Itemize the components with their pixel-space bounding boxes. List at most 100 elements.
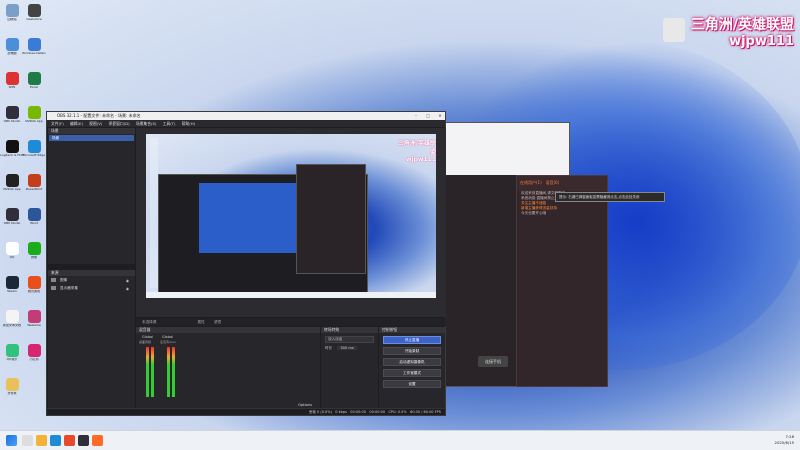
menu-help[interactable]: 帮助(H) <box>182 121 195 126</box>
desktop-icon-label: Excel <box>30 86 38 89</box>
source-item[interactable]: 图像 ◉ <box>48 276 135 284</box>
obs-titlebar: OBS 32.1.1 - 配置文件: 未命名 - 场景: 未命名 – □ ✕ <box>47 112 445 120</box>
desktop-icon[interactable]: 小红书 <box>22 344 46 361</box>
desktop-icon[interactable]: 回收站 <box>0 4 24 21</box>
clock[interactable]: 7:28 2025/6/15 <box>775 434 794 446</box>
desktop-icon[interactable]: OBS Studio <box>0 208 24 225</box>
desktop-icon-label: OBS Studio <box>3 222 21 225</box>
desktop-icon-tile <box>5 174 19 187</box>
preview-desktop-icons <box>150 138 158 288</box>
obs-window[interactable]: OBS 32.1.1 - 配置文件: 未命名 - 场景: 未命名 – □ ✕ 文… <box>46 111 446 416</box>
desktop-icon-tile <box>5 38 19 51</box>
desktop-icon[interactable]: Windows Defender <box>22 38 46 55</box>
volume-meter <box>146 347 149 397</box>
app-tooltip: 提示: 右键已弹窗面板如需隐藏请点击,点击此处关闭 <box>555 192 665 202</box>
desktop-icon[interactable]: Microsoft Edge <box>22 140 46 157</box>
desktop-icon[interactable]: Logitech G HUB <box>0 140 24 157</box>
desktop-icon[interactable]: NVIDIA App <box>22 106 46 123</box>
settings-button[interactable]: 设置 <box>383 380 441 388</box>
desktop-icon-label: OBS Studio <box>3 120 21 123</box>
preview-nested-app <box>296 164 366 274</box>
menu-view[interactable]: 视图(V) <box>89 121 102 126</box>
scene-item[interactable]: 场景 <box>49 135 134 141</box>
start-recording-button[interactable]: 开始录制 <box>383 347 441 355</box>
desktop-icon-label: WeGame <box>27 324 41 327</box>
duration-input[interactable]: 300 ms <box>337 346 357 350</box>
connect-phone-button[interactable]: 连接手机 <box>478 356 508 367</box>
desktop-icon[interactable]: Steam <box>0 276 24 293</box>
source-item[interactable]: 显示器采集 ◉ <box>48 284 135 292</box>
panel-tab-voice[interactable]: 语音(0) <box>546 180 560 185</box>
search-icon[interactable] <box>22 435 33 446</box>
live-app-icon[interactable] <box>92 435 103 446</box>
desktop-icon-tile <box>27 174 41 187</box>
menu-file[interactable]: 文件(F) <box>51 121 64 126</box>
desktop-icon[interactable]: 此电脑 <box>0 38 24 55</box>
close-icon[interactable]: ✕ <box>435 112 445 120</box>
properties-button[interactable]: 属性 <box>198 320 205 324</box>
app-icon[interactable] <box>64 435 75 446</box>
desktop-icon-label: Word <box>30 222 38 225</box>
mixer-channel-2-sub: 麦克风/Aux <box>160 340 176 344</box>
desktop-icon-tile <box>27 242 41 255</box>
desktop-icon[interactable]: 新建文本文档 <box>0 310 24 327</box>
mixer-channel-1: Global <box>142 335 154 339</box>
desktop-icon-tile <box>5 140 19 153</box>
eye-icon[interactable]: ◉ <box>126 285 129 293</box>
desktop-icon[interactable]: 腾讯游戏 <box>22 276 46 293</box>
stop-streaming-button[interactable]: 停止直播 <box>383 336 441 344</box>
menu-scene-collection[interactable]: 场景集合(S) <box>136 121 157 126</box>
studio-mode-button[interactable]: 工作室模式 <box>383 369 441 377</box>
preview-area[interactable]: 三角洲/英雄联盟 wjpw111 <box>136 128 446 317</box>
file-explorer-icon[interactable] <box>36 435 47 446</box>
desktop-icon[interactable]: PowerPoint <box>22 174 46 191</box>
menu-tools[interactable]: 工具(T) <box>163 121 176 126</box>
duration-label: 时长 <box>325 346 333 350</box>
preview-canvas[interactable]: 三角洲/英雄联盟 wjpw111 <box>146 134 436 298</box>
desktop-icon-tile <box>27 140 41 153</box>
source-toolbar: 未选择源 属性 滤镜 <box>136 318 446 326</box>
filters-button[interactable]: 滤镜 <box>214 320 221 324</box>
mixer-channel-2: Global <box>162 335 174 339</box>
desktop-icon-label: PowerPoint <box>25 188 43 191</box>
source-label: 图像 <box>60 278 68 282</box>
desktop-icon[interactable]: 文件夹 <box>0 378 24 395</box>
desktop-icon[interactable]: OBS Studio <box>0 106 24 123</box>
desktop-icon[interactable]: QQ音乐 <box>0 344 24 361</box>
menu-docks[interactable]: 停靠窗口(D) <box>109 121 130 126</box>
desktop-icons: 回收站 Geekstore 此电脑 Windows Defender WPS Excel O… <box>0 0 48 430</box>
volume-meter <box>172 347 175 397</box>
desktop-icon-label: 回收站 <box>7 18 17 21</box>
desktop-icon[interactable]: WeGame <box>22 310 46 327</box>
mixer-options-button[interactable]: Options <box>298 403 312 407</box>
no-source-label: 未选择源 <box>142 320 157 324</box>
desktop-icon[interactable]: NVIDIA App <box>0 174 24 191</box>
panel-tab-users[interactable]: 在线用户(1) <box>520 180 542 185</box>
preview-overlay-line2: wjpw111 <box>406 156 436 163</box>
desktop-icon-label: NVIDIA App <box>25 120 43 123</box>
minimize-icon[interactable]: – <box>411 112 421 120</box>
controls-title: 控制按钮 <box>379 327 445 333</box>
start-icon[interactable] <box>6 435 17 446</box>
desktop-icon-tile <box>27 72 41 85</box>
overlay-avatar <box>662 18 685 42</box>
desktop-icon[interactable]: Excel <box>22 72 46 89</box>
desktop-icon-label: 小红书 <box>29 358 39 361</box>
desktop-icon[interactable]: QQ <box>0 242 24 259</box>
desktop-icon[interactable]: Word <box>22 208 46 225</box>
maximize-icon[interactable]: □ <box>423 112 433 120</box>
obs-icon[interactable] <box>78 435 89 446</box>
live-app-panel[interactable]: 在线用户(1) 语音(0) 欢迎来到直播间,请文明发言 系统消息:直播间禁止涉及… <box>516 175 608 387</box>
desktop-icon[interactable]: Geekstore <box>22 4 46 21</box>
desktop-icon-tile <box>27 106 41 119</box>
dropped-frames: 丢帧 0 (0.0%) <box>308 410 332 414</box>
desktop-icon[interactable]: 微信 <box>22 242 46 259</box>
desktop-icon-tile <box>27 208 41 221</box>
rec-time: 00:00:00 <box>369 410 386 414</box>
menu-edit[interactable]: 编辑(E) <box>70 121 83 126</box>
transition-select[interactable]: 淡入淡出 <box>325 336 374 343</box>
edge-icon[interactable] <box>50 435 61 446</box>
virtual-camera-button[interactable]: 启动虚拟摄像机 <box>383 358 441 366</box>
desktop-icon[interactable]: WPS <box>0 72 24 89</box>
overlay-line1: 三角洲/英雄联盟 <box>690 17 794 33</box>
